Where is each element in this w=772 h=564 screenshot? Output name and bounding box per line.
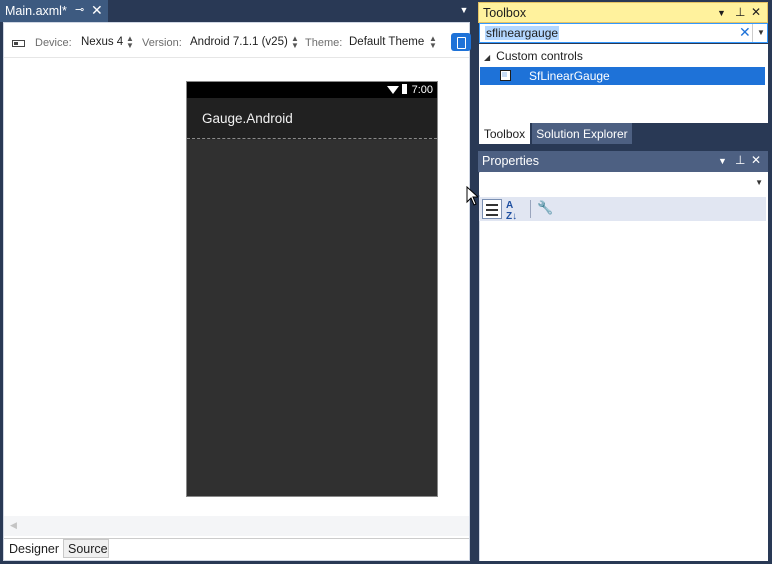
tab-source-label: Source <box>68 541 108 556</box>
properties-grid <box>479 172 768 561</box>
close-icon[interactable]: ✕ <box>751 153 761 167</box>
tab-source[interactable]: Source <box>63 539 109 558</box>
version-select[interactable]: Android 7.1.1 (v25) <box>190 36 288 48</box>
tab-designer[interactable]: Designer <box>5 539 63 558</box>
properties-title: Properties <box>482 154 539 168</box>
tab-designer-label: Designer <box>9 541 60 556</box>
version-label: Version: <box>142 37 182 49</box>
collapse-triangle-icon[interactable]: ◢ <box>484 53 490 62</box>
properties-object-selector[interactable]: ▼ <box>479 173 768 195</box>
toolbar-separator <box>530 200 531 218</box>
toolbox-search-input[interactable]: sflineargauge ✕ ▼ <box>479 23 768 43</box>
document-tab-main-axml[interactable]: Main.axml* ⊸ ✕ <box>0 0 108 22</box>
horizontal-scrollbar[interactable] <box>4 516 469 536</box>
control-icon <box>500 70 511 81</box>
device-select[interactable]: Nexus 4 <box>81 36 123 48</box>
theme-select[interactable]: Default Theme <box>349 36 424 48</box>
tab-toolbox-label: Toolbox <box>483 126 526 141</box>
alphabetical-sort-icon[interactable]: A Z↓ <box>506 200 517 222</box>
clear-search-icon[interactable]: ✕ <box>739 24 751 41</box>
device-label: Device: <box>35 37 72 49</box>
toolbox-item-label: SfLinearGauge <box>529 69 610 83</box>
battery-icon <box>402 84 407 94</box>
theme-select-arrows-icon[interactable]: ▲ ▼ <box>429 35 437 50</box>
close-icon[interactable]: ✕ <box>91 2 103 19</box>
mouse-cursor-icon <box>466 186 478 206</box>
categorized-view-icon[interactable] <box>482 199 502 219</box>
close-icon[interactable]: ✕ <box>751 5 761 19</box>
version-select-arrows-icon[interactable]: ▲ ▼ <box>291 35 299 50</box>
tab-solution-explorer[interactable]: Solution Explorer <box>532 123 632 144</box>
pin-icon[interactable]: ⊥ <box>735 153 745 167</box>
chevron-down-icon[interactable]: ▼ <box>755 178 763 187</box>
wifi-icon <box>387 86 399 94</box>
toolbox-title: Toolbox <box>483 6 527 20</box>
status-time: 7:00 <box>411 84 433 96</box>
properties-toolbar <box>479 197 766 221</box>
pin-icon[interactable]: ⊥ <box>735 5 745 19</box>
toolbox-header: Toolbox ▼ ⊥ ✕ <box>478 2 768 23</box>
tab-solution-explorer-label: Solution Explorer <box>536 126 628 141</box>
properties-dropdown-icon[interactable]: ▼ <box>718 156 727 166</box>
theme-label: Theme: <box>305 37 343 49</box>
device-select-arrows-icon[interactable]: ▲ ▼ <box>126 35 134 50</box>
scroll-left-icon[interactable]: ◀ <box>10 520 17 531</box>
app-title: Gauge.Android <box>202 111 293 126</box>
toolbox-group-custom-controls[interactable]: ◢ Custom controls <box>484 49 583 63</box>
phone-app-bar[interactable]: Gauge.Android <box>187 98 437 139</box>
tab-toolbox[interactable]: Toolbox <box>479 123 530 144</box>
phone-content-area[interactable] <box>187 140 437 496</box>
phone-status-bar: 7:00 <box>187 82 437 98</box>
pin-icon[interactable]: ⊸ <box>75 3 84 16</box>
document-tab-label: Main.axml* <box>5 4 67 18</box>
device-icon <box>12 40 25 47</box>
properties-header: Properties ▼ ⊥ ✕ <box>478 151 768 172</box>
wrench-icon[interactable]: 🔧 <box>537 200 553 216</box>
toolbox-item-sflineargauge[interactable]: SfLinearGauge <box>480 67 765 85</box>
toolbox-group-label: Custom controls <box>496 49 583 63</box>
toolbox-search-text: sflineargauge <box>485 26 560 40</box>
toolbox-dropdown-icon[interactable]: ▼ <box>717 8 726 18</box>
orientation-toggle-button[interactable] <box>451 33 471 51</box>
chevron-down-icon[interactable]: ▼ <box>458 5 470 17</box>
search-options-dropdown-icon[interactable]: ▼ <box>752 24 769 42</box>
